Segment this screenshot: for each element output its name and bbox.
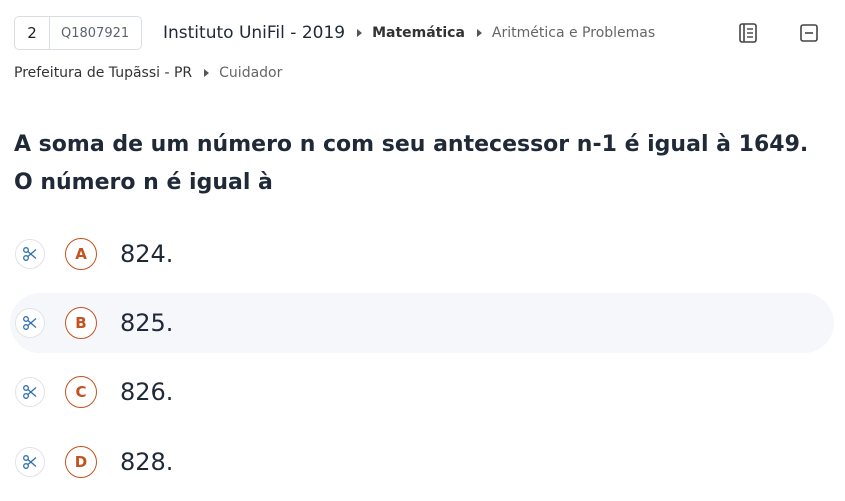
institution-link[interactable]: Instituto UniFil - 2019 (163, 23, 345, 43)
exam-info: Prefeitura de Tupãssi - PR Cuidador (14, 62, 282, 84)
alternative-a[interactable]: A 824. (10, 224, 834, 284)
organization-link[interactable]: Prefeitura de Tupãssi - PR (14, 65, 192, 81)
question-id[interactable]: Q1807921 (50, 17, 141, 49)
breadcrumb: Instituto UniFil - 2019 Matemática Aritm… (163, 16, 655, 50)
question-number: 2 (15, 17, 50, 49)
caret-right-icon (204, 69, 210, 77)
subject-link[interactable]: Matemática (372, 25, 465, 41)
caret-right-icon (476, 29, 482, 37)
alternative-c[interactable]: C 826. (10, 362, 834, 422)
notebook-icon (739, 23, 757, 43)
question-badge: 2 Q1807921 (14, 16, 143, 50)
alternative-letter: D (65, 446, 97, 478)
minus-square-icon (800, 24, 818, 42)
alternative-b[interactable]: B 825. (10, 293, 834, 353)
alternative-text: 826. (120, 378, 174, 406)
scissors-icon[interactable] (15, 447, 45, 477)
alternative-text: 828. (120, 448, 174, 476)
alternative-letter: A (65, 238, 97, 270)
topic-link[interactable]: Aritmética e Problemas (492, 25, 655, 41)
role-link[interactable]: Cuidador (219, 65, 282, 81)
caret-right-icon (357, 29, 363, 37)
alternative-text: 825. (120, 309, 174, 337)
question-statement: A soma de um número n com seu antecessor… (14, 132, 809, 195)
question-header: 2 Q1807921 Instituto UniFil - 2019 Matem… (14, 16, 831, 50)
scissors-icon[interactable] (15, 377, 45, 407)
alternative-letter: B (65, 307, 97, 339)
notebook-button[interactable] (737, 22, 759, 44)
alternative-d[interactable]: D 828. (10, 432, 834, 492)
collapse-button[interactable] (798, 22, 820, 44)
alternative-letter: C (65, 376, 97, 408)
alternative-text: 824. (120, 240, 174, 268)
scissors-icon[interactable] (15, 239, 45, 269)
scissors-icon[interactable] (15, 308, 45, 338)
